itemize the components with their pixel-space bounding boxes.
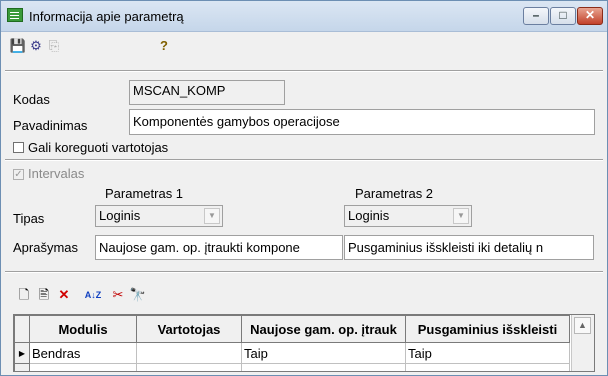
intervalas-checkbox[interactable]: ✓ [13,169,24,180]
help-icon[interactable]: ? [155,38,173,56]
column-header-modulis[interactable]: Modulis [29,315,137,343]
grid-divider [5,271,603,273]
column-header-vartotojas[interactable]: Vartotojas [136,315,242,343]
gali-koreguoti-checkbox[interactable] [13,142,24,153]
table-header-row: Modulis Vartotojas Naujose gam. op. įtra… [14,315,570,343]
scroll-up-icon[interactable]: ▲ [574,317,591,334]
tipas2-value: Loginis [348,208,390,223]
app-icon [7,8,23,22]
aprasymas-label: Aprašymas [13,240,79,255]
save-icon[interactable]: 💾 [9,38,27,56]
new-record-icon[interactable]: 🗋 [15,287,33,305]
cell-empty[interactable] [29,363,137,371]
row-indicator [14,363,30,371]
row-indicator-header [14,315,30,343]
parameter-info-window: Informacija apie parametrą – □ ✕ 💾 ⚙ ⎘ ?… [0,0,608,376]
param1-header: Parametras 1 [105,186,184,201]
kodas-field: MSCAN_KOMP [129,80,285,105]
minimize-button[interactable]: – [523,7,549,25]
current-row-marker-icon: ▶ [14,342,30,364]
main-toolbar: 💾 ⚙ ⎘ ? [1,32,607,62]
table-row[interactable] [14,363,570,371]
grid-toolbar: 🗋 🖹 ✕ A↓Z ✂ 🔭 [13,284,313,308]
column-header-pusgaminius[interactable]: Pusgaminius išskleisti [405,315,570,343]
cell-vartotojas[interactable] [136,342,242,364]
modules-grid: Modulis Vartotojas Naujose gam. op. įtra… [13,314,595,372]
kodas-label: Kodas [13,92,50,107]
gali-koreguoti-label: Gali koreguoti vartotojas [28,140,169,155]
tipas1-value: Loginis [99,208,141,223]
close-button[interactable]: ✕ [577,7,603,25]
modules-table: Modulis Vartotojas Naujose gam. op. įtra… [14,315,570,371]
intervalas-label: Intervalas [28,166,85,181]
chevron-down-icon[interactable]: ▼ [453,208,469,224]
tipas1-select[interactable]: Loginis ▼ [95,205,223,227]
form-divider [5,159,603,161]
toolbar-divider [5,70,603,72]
maximize-button[interactable]: □ [550,7,576,25]
filter-icon[interactable]: ✂ [109,287,127,305]
column-header-naujose[interactable]: Naujose gam. op. įtrauk [241,315,406,343]
param2-header: Parametras 2 [355,186,434,201]
title-bar[interactable]: Informacija apie parametrą – □ ✕ [1,1,607,32]
tipas-label: Tipas [13,211,45,226]
find-icon[interactable]: 🔭 [129,287,147,305]
window-title: Informacija apie parametrą [29,9,184,24]
delete-record-icon[interactable]: ✕ [55,287,73,305]
aprasymas1-field[interactable]: Naujose gam. op. įtraukti kompone [95,235,343,260]
vertical-scrollbar[interactable]: ▲ [571,315,594,371]
table-row[interactable]: ▶ Bendras Taip Taip [14,342,570,364]
sort-icon[interactable]: A↓Z [81,287,105,305]
edit-record-icon[interactable]: 🖹 [35,287,53,305]
cell-empty[interactable] [405,363,570,371]
aprasymas2-field[interactable]: Pusgaminius išskleisti iki detalių n [344,235,594,260]
tipas2-select[interactable]: Loginis ▼ [344,205,472,227]
pavadinimas-field[interactable]: Komponentės gamybos operacijose [129,109,595,135]
tree-icon[interactable]: ⚙ [27,38,45,56]
cell-naujose[interactable]: Taip [241,342,406,364]
cell-pusgaminius[interactable]: Taip [405,342,570,364]
cell-empty[interactable] [241,363,406,371]
copy-icon[interactable]: ⎘ [45,38,63,56]
pavadinimas-label: Pavadinimas [13,118,88,133]
cell-modulis[interactable]: Bendras [29,342,137,364]
cell-empty[interactable] [136,363,242,371]
chevron-down-icon[interactable]: ▼ [204,208,220,224]
